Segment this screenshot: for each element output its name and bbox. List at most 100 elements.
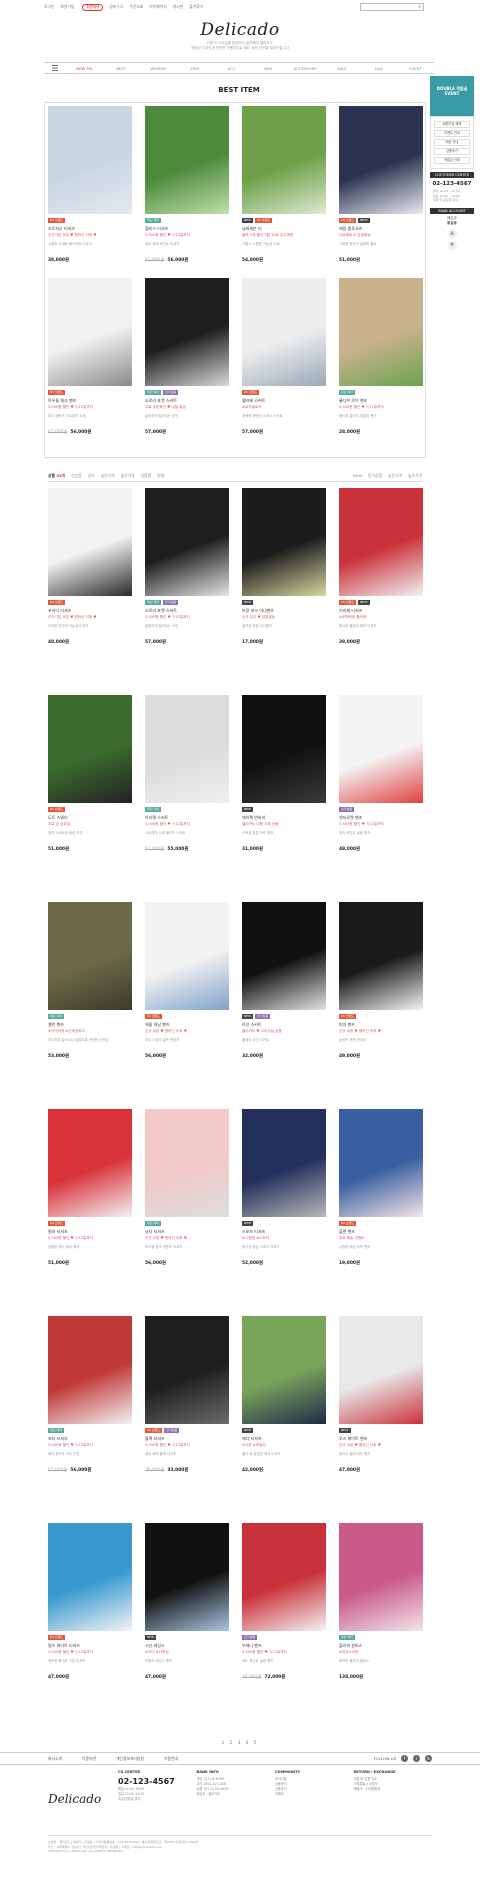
sort-option[interactable]: 낮은가격: [388, 473, 402, 479]
filter-option[interactable]: 판매: [157, 473, 164, 479]
product-card[interactable]: 인기상품 엣지로켓 팬츠 5,500원 할인 ♥ 7/12일까지 엣지 포인트 슬림 …: [339, 695, 423, 902]
product-image[interactable]: [242, 1316, 326, 1424]
product-name[interactable]: 필라 티셔츠: [48, 1229, 132, 1235]
nav-item[interactable]: SALE: [324, 66, 361, 71]
product-name[interactable]: 우레나 팬츠: [242, 1643, 326, 1649]
product-image[interactable]: [48, 695, 132, 803]
product-card[interactable]: 테린 데이 플리워 원피스 #여성스러운 화려한 플라워 원피스 138,000원: [339, 1523, 423, 1730]
product-card[interactable]: NEW 보랑 마크 이너팬츠 신규 입고 ♥ 당일발송 골프공 포켓 이너팬츠 17,0…: [242, 488, 326, 695]
product-card[interactable]: KS 브랜드 피치 팬츠 신규 쿠폰 ♥ 원하신 이후 ♥ 슬림핏 포켓 반바지 49,…: [339, 902, 423, 1109]
product-image[interactable]: [48, 1316, 132, 1424]
nav-item[interactable]: ACC: [213, 66, 250, 71]
product-name[interactable]: 조르지오 티셔츠: [48, 226, 132, 232]
filter-option[interactable]: 높은가격: [121, 473, 135, 479]
product-card[interactable]: KS 브랜드 에올 데님 팬츠 신규 쿠폰 ♥ 원하신 이후 ♥ 데님 느낌의 골프 …: [145, 902, 229, 1109]
top-link[interactable]: 로그인: [44, 4, 54, 10]
product-name[interactable]: 포카디 티셔츠: [48, 608, 132, 614]
product-name[interactable]: 로스 화이트 팬츠: [339, 1436, 423, 1442]
sidebar-link[interactable]: 이벤트 안내: [434, 130, 470, 137]
product-name[interactable]: 블랙 티셔츠: [145, 1436, 229, 1442]
filter-option[interactable]: 상품평: [141, 473, 151, 479]
nav-item[interactable]: WOMEN: [140, 66, 177, 71]
footer-nav-link[interactable]: 이용약관: [82, 1756, 96, 1762]
product-card[interactable]: 인기상품 우레나 팬츠 5,500원 할인 ♥ 7/12일까지 레드 포인트 슬림 팬…: [242, 1523, 326, 1730]
product-name[interactable]: 넘버세븐 티: [242, 226, 326, 232]
product-image[interactable]: [242, 106, 326, 214]
product-name[interactable]: 라인 스커트: [242, 1022, 326, 1028]
nav-item[interactable]: QnA: [360, 66, 397, 71]
product-card[interactable]: KS 브랜드 아우름 체크 팬츠 5,000원 할인 ♥ 7/12일까지 체크 패턴의…: [48, 278, 132, 450]
product-card[interactable]: 테린 데이 인기상품 오로라 포켓 스커트 무료 주문확인 ♥ 내일 발송 슬림하게 떨…: [145, 278, 229, 450]
product-name[interactable]: 에올 데님 팬츠: [145, 1022, 229, 1028]
product-card[interactable]: KS 브랜드 조르지오 티셔츠 신규가입 쿠폰 ♥ 원하신 이후 ♥ 시원한 소재와 …: [48, 106, 132, 278]
sort-option[interactable]: 높은가격: [408, 473, 422, 479]
product-image[interactable]: [242, 1109, 326, 1217]
nav-item[interactable]: MEN: [176, 66, 213, 71]
product-card[interactable]: KS 브랜드 필라 티셔츠 5,000원 할인 ♥ 7/12일까지 강렬한 레드 컬러…: [48, 1109, 132, 1316]
product-image[interactable]: [145, 488, 229, 596]
blog-icon[interactable]: b: [425, 1755, 432, 1762]
pagination[interactable]: 1 2 3 4 5: [0, 1740, 480, 1745]
product-card[interactable]: 테린 데이 아리엘 스커트 5,500원 할인 ♥ 7/12일까지 스트레치 소재 플…: [145, 695, 229, 902]
sort-option[interactable]: NEW: [353, 473, 362, 479]
product-image[interactable]: [339, 902, 423, 1010]
nav-item[interactable]: NEW 5%: [66, 66, 103, 71]
product-card[interactable]: NEW 헤다 티셔츠 #시원 #데일리 필드 위 깔끔한 배색 티셔츠 42,000원: [242, 1316, 326, 1523]
filter-option[interactable]: 낮은가격: [101, 473, 115, 479]
product-image[interactable]: [242, 278, 326, 386]
product-card[interactable]: KS 브랜드 도트 스윙티 무료 금 금요일 체크 스커트와 매칭 추천 51,000원: [48, 695, 132, 902]
product-name[interactable]: 헤다 티셔츠: [242, 1436, 326, 1442]
product-name[interactable]: 필즈 화이트 티셔츠: [48, 1643, 132, 1649]
filter-option[interactable]: 신상품: [71, 473, 81, 479]
scroll-down-icon[interactable]: ▼: [447, 240, 457, 250]
product-card[interactable]: BEST 로스 화이트 팬츠 신규 쿠폰 ♥ 원하신 이후 ♥ 화이트 컬러 하프 팬…: [339, 1316, 423, 1523]
sort-option[interactable]: 인기상품: [368, 473, 382, 479]
product-image[interactable]: [48, 902, 132, 1010]
product-name[interactable]: 오로라 포켓 스커트: [145, 398, 229, 404]
product-name[interactable]: 아리엘 스커트: [145, 815, 229, 821]
product-image[interactable]: [145, 106, 229, 214]
top-link[interactable]: 회원가입: [60, 4, 74, 10]
product-card[interactable]: 테린 데이 인기상품 오로라 포켓 스커트 5,500원 할인 ♥ 7/12일까지 슬림…: [145, 488, 229, 695]
top-link[interactable]: 마이페이지: [149, 4, 166, 10]
product-image[interactable]: [242, 488, 326, 596]
footer-nav-link[interactable]: 개인정보처리방침: [116, 1756, 144, 1762]
product-image[interactable]: [339, 1523, 423, 1631]
product-card[interactable]: 테린 데이 헬리스 티셔츠 5,500원 할인 ♥ 7/12일까지 컬러 배색 포인트…: [145, 106, 229, 278]
product-name[interactable]: 플리워 원피스: [339, 1643, 423, 1649]
product-image[interactable]: [339, 1109, 423, 1217]
sidebar-link[interactable]: 적립금 안내: [434, 157, 470, 164]
top-link[interactable]: 게시판: [173, 4, 183, 10]
product-image[interactable]: [145, 1109, 229, 1217]
product-image[interactable]: [145, 1523, 229, 1631]
product-name[interactable]: 엣지로켓 팬츠: [339, 815, 423, 821]
product-name[interactable]: 포터 티셔츠: [48, 1436, 132, 1442]
product-image[interactable]: [339, 488, 423, 596]
product-image[interactable]: [339, 695, 423, 803]
product-card[interactable]: NEW 에이펙 반바지 델리카도 여름 기획 상품 신축성 좋은 하프 팬츠 31,00…: [242, 695, 326, 902]
product-name[interactable]: 아우름 체크 팬츠: [48, 398, 132, 404]
product-card[interactable]: 테린 데이 밸런 팬츠 #낙낙하게 #신축성최고 어디까지 늘어나나 놀랍도록 편안한…: [48, 902, 132, 1109]
facebook-icon[interactable]: f: [401, 1755, 408, 1762]
product-image[interactable]: [48, 1109, 132, 1217]
product-image[interactable]: [48, 278, 132, 386]
scroll-up-icon[interactable]: ▲: [447, 228, 457, 238]
product-name[interactable]: 플렌 팬츠: [339, 1229, 423, 1235]
product-name[interactable]: 밸런 팬츠: [48, 1022, 132, 1028]
product-image[interactable]: [145, 1316, 229, 1424]
nav-item[interactable]: BEST: [103, 66, 140, 71]
product-image[interactable]: [339, 278, 423, 386]
product-name[interactable]: 시산 레깅스: [145, 1643, 229, 1649]
product-image[interactable]: [145, 278, 229, 386]
product-name[interactable]: 오로라 포켓 스커트: [145, 608, 229, 614]
sidebar-link[interactable]: 배송 안내: [434, 139, 470, 146]
product-card[interactable]: KS 브랜드 필즈 화이트 티셔츠 5,500원 할인 ♥ 7/12일까지 깨끗한 화…: [48, 1523, 132, 1730]
top-search-input[interactable]: ⌕: [360, 3, 424, 11]
product-name[interactable]: 이미제 티셔츠: [339, 608, 423, 614]
filter-option[interactable]: 인기: [88, 473, 95, 479]
product-image[interactable]: [242, 902, 326, 1010]
top-link[interactable]: 장바구니: [109, 4, 123, 10]
product-image[interactable]: [339, 106, 423, 214]
top-link[interactable]: 즐겨찾기: [189, 4, 203, 10]
product-image[interactable]: [48, 1523, 132, 1631]
